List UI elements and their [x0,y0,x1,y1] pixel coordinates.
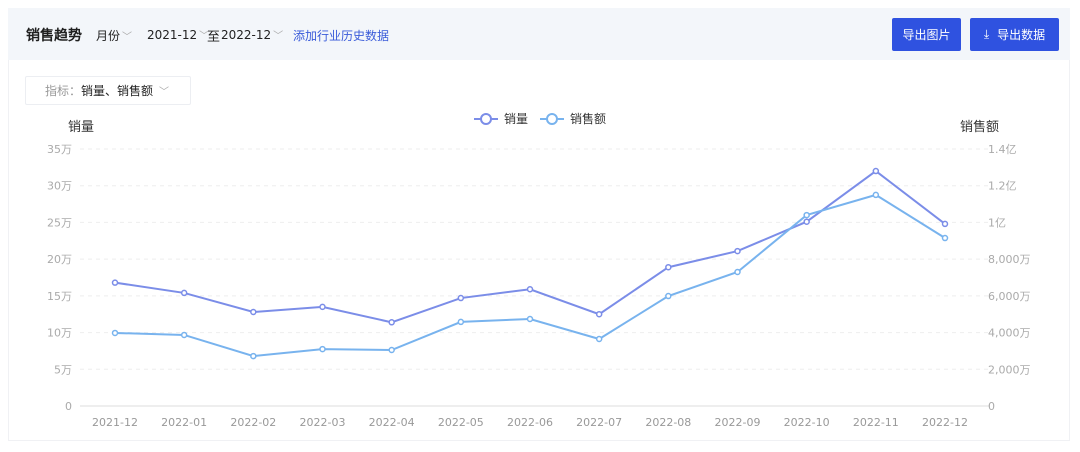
data-point[interactable] [111,279,119,286]
x-tick: 2022-08 [645,416,691,429]
data-point[interactable] [803,211,810,219]
x-tick: 2022-09 [715,416,761,429]
data-point[interactable] [872,167,880,175]
y-left-tick: 25万 [47,216,72,229]
y-right-tick: 1.4亿 [988,143,1017,156]
y-right-tick: 8,000万 [988,253,1031,266]
data-point[interactable] [803,218,810,225]
data-point[interactable] [250,308,257,316]
legend-label: 销量 [504,112,528,126]
data-point[interactable] [595,335,603,343]
y-right-tick: 1.2亿 [988,180,1017,193]
y-left-tick: 20万 [47,253,72,266]
data-point[interactable] [250,352,257,360]
y-right-tick: 2,000万 [988,363,1031,376]
data-point[interactable] [872,191,880,199]
y-left-tick: 30万 [47,180,72,193]
y-right-tick: 6,000万 [988,290,1031,303]
data-point[interactable] [319,345,326,353]
legend-item[interactable]: 销量 [474,112,528,126]
legend-label: 销售额 [570,111,606,126]
y-right-tick: 1亿 [988,216,1006,229]
x-tick: 2022-06 [507,416,553,429]
x-tick: 2022-01 [161,416,207,429]
y-left-tick: 15万 [47,290,72,303]
x-tick: 2022-10 [784,416,830,429]
y-left-tick: 5万 [54,363,72,376]
data-point[interactable] [319,303,326,311]
x-tick: 2022-03 [300,416,346,429]
data-point[interactable] [665,263,672,271]
series-line-2 [114,193,946,358]
legend-item[interactable]: 销售额 [540,111,606,126]
x-tick: 2021-12 [92,416,138,429]
data-point[interactable] [457,294,465,302]
data-point[interactable] [526,315,534,323]
legend-marker [480,113,492,125]
x-tick: 2022-04 [369,416,415,429]
y-right-label: 销售额 [960,119,999,135]
data-point[interactable] [111,329,119,337]
data-point[interactable] [665,292,672,300]
x-tick: 2022-02 [230,416,276,429]
data-point[interactable] [457,318,465,326]
data-point[interactable] [734,247,741,255]
data-point[interactable] [180,331,188,339]
x-tick: 2022-11 [853,416,899,429]
data-point[interactable] [941,234,949,242]
sales-trend-chart: 0 0 5万 2,000万 10万 4,000万 15万 6,000万 20万 8,000万 25万… [47,111,1031,429]
y-left-tick: 35万 [47,143,72,156]
data-point[interactable] [734,268,741,276]
data-point[interactable] [595,310,603,318]
y-right-tick: 0 [988,400,995,413]
data-point[interactable] [388,319,395,326]
y-left-tick: 10万 [47,327,72,340]
x-tick: 2022-12 [922,416,968,429]
data-point[interactable] [388,346,395,354]
data-point[interactable] [180,289,188,297]
legend-marker [546,113,558,125]
data-point[interactable] [526,285,534,293]
y-right-tick: 4,000万 [988,327,1031,340]
x-tick: 2022-05 [438,416,484,429]
series-line-1 [114,169,946,324]
y-left-label: 销量 [68,120,94,135]
data-point[interactable] [941,220,949,228]
y-left-tick: 0 [65,400,72,413]
x-tick: 2022-07 [576,416,622,429]
